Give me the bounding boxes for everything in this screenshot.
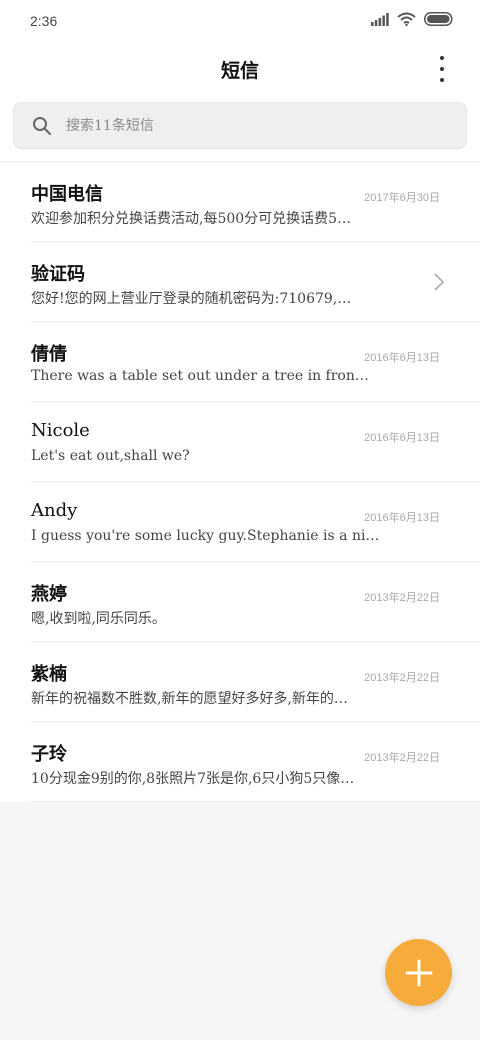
conversation-preview: 新年的祝福数不胜数,新年的愿望好多好多,新年的… <box>31 691 348 707</box>
conversation-date: 2013年2月22日 <box>364 752 440 764</box>
more-vertical-icon[interactable] <box>430 54 454 84</box>
conversation-name: 紫楠 <box>31 664 67 685</box>
status-icons <box>371 12 454 26</box>
conversation-item[interactable]: Nicole 2016年6月13日 Let's eat out,shall we… <box>31 402 480 482</box>
title-bar: 短信 <box>0 40 480 98</box>
conversation-item[interactable]: 燕婷 2013年2月22日 嗯,收到啦,同乐同乐。 <box>31 562 480 642</box>
conversation-list: 中国电信 2017年6月30日 欢迎参加积分兑换话费活动,每500分可兑换话费5… <box>0 161 480 802</box>
conversation-item[interactable]: Andy 2016年6月13日 I guess you're some luck… <box>31 482 480 562</box>
conversation-item[interactable]: 验证码 您好!您的网上营业厅登录的随机密码为:710679,… <box>31 242 480 322</box>
conversation-date: 2013年2月22日 <box>364 592 440 604</box>
signal-icon <box>371 12 389 26</box>
conversation-name: 中国电信 <box>31 184 103 205</box>
chevron-right-icon <box>434 273 444 291</box>
conversation-item[interactable]: 中国电信 2017年6月30日 欢迎参加积分兑换话费活动,每500分可兑换话费5… <box>31 162 480 242</box>
conversation-name: 验证码 <box>31 264 85 285</box>
wifi-icon <box>397 12 416 26</box>
conversation-preview: I guess you're some lucky guy.Stephanie … <box>31 528 380 544</box>
conversation-item[interactable]: 紫楠 2013年2月22日 新年的祝福数不胜数,新年的愿望好多好多,新年的… <box>31 642 480 722</box>
conversation-name: 倩倩 <box>31 344 67 365</box>
conversation-preview: 欢迎参加积分兑换话费活动,每500分可兑换话费5… <box>31 211 352 227</box>
page-title: 短信 <box>220 60 259 82</box>
new-message-button[interactable] <box>385 939 452 1006</box>
battery-icon <box>424 12 453 26</box>
status-time: 2:36 <box>30 13 58 29</box>
conversation-preview: 您好!您的网上营业厅登录的随机密码为:710679,… <box>31 291 352 307</box>
conversation-preview: Let's eat out,shall we? <box>31 448 190 464</box>
conversation-name: 子玲 <box>31 744 67 765</box>
conversation-item[interactable]: 倩倩 2016年6月13日 There was a table set out … <box>31 322 480 402</box>
search-container <box>0 98 480 161</box>
conversation-preview: 嗯,收到啦,同乐同乐。 <box>31 611 166 627</box>
conversation-name: Andy <box>31 500 78 521</box>
search-box[interactable] <box>13 102 467 149</box>
conversation-date: 2013年2月22日 <box>364 672 440 684</box>
top-area: 2:36 短信 <box>0 0 480 161</box>
conversation-name: 燕婷 <box>31 584 67 605</box>
conversation-date: 2017年6月30日 <box>364 192 440 204</box>
conversation-preview: 10分现金9别的你,8张照片7张是你,6只小狗5只像… <box>31 771 355 787</box>
conversation-name: Nicole <box>31 420 90 441</box>
conversation-preview: There was a table set out under a tree i… <box>31 368 369 384</box>
conversation-date: 2016年6月13日 <box>364 512 440 524</box>
status-bar: 2:36 <box>0 0 480 40</box>
search-input[interactable] <box>66 103 446 148</box>
conversation-date: 2016年6月13日 <box>364 352 440 364</box>
search-icon <box>33 117 51 135</box>
plus-icon <box>405 959 432 986</box>
conversation-date: 2016年6月13日 <box>364 432 440 444</box>
conversation-item[interactable]: 子玲 2013年2月22日 10分现金9别的你,8张照片7张是你,6只小狗5只像… <box>31 722 480 802</box>
